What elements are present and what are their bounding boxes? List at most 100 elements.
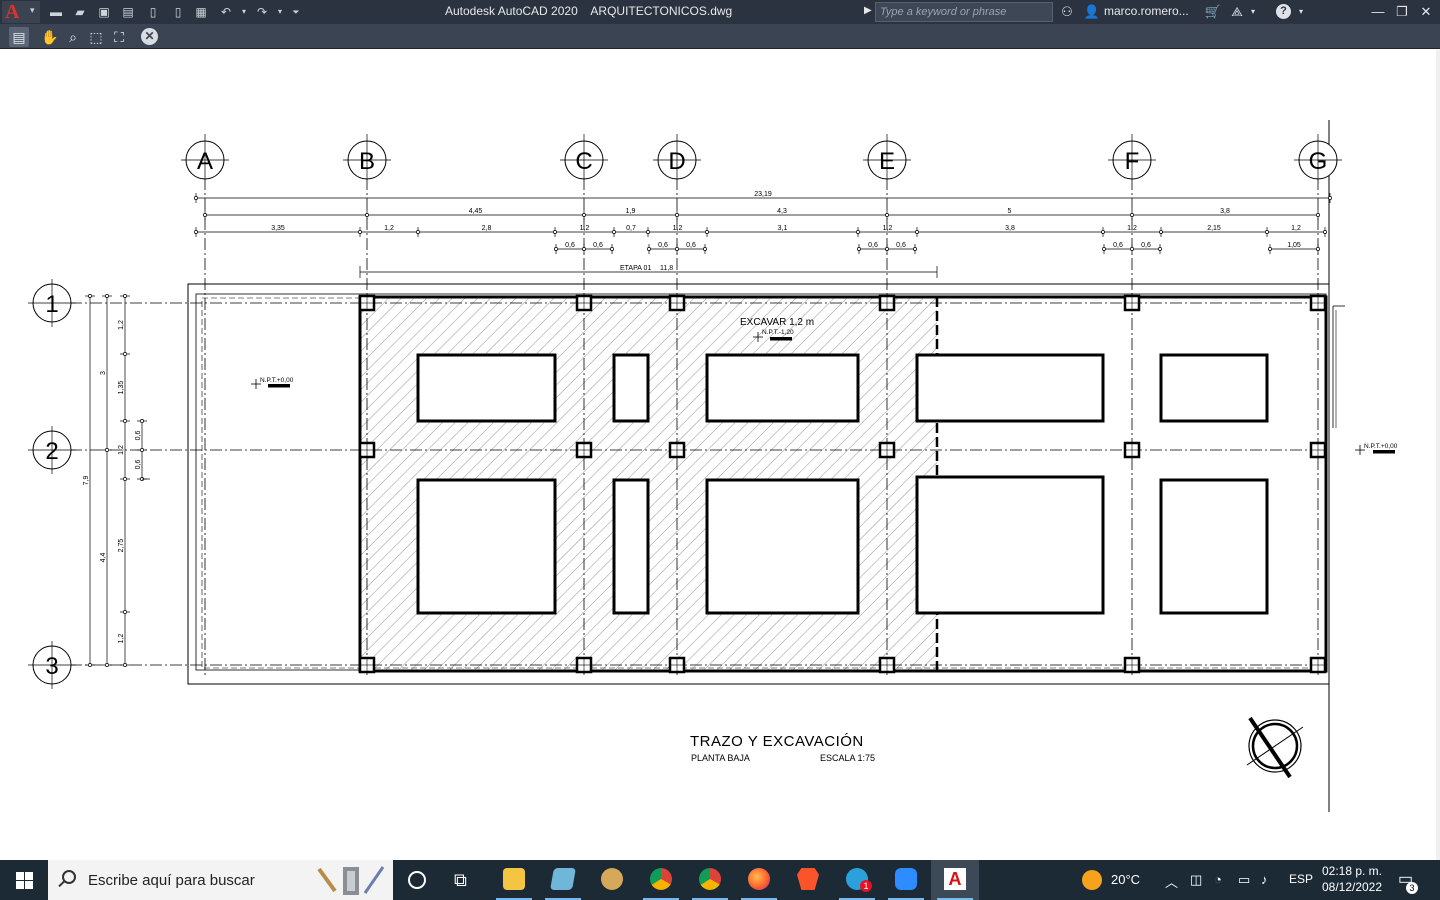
weather-temp[interactable]: 20°C — [1111, 872, 1140, 887]
column — [1309, 294, 1327, 312]
grid-bubble-label: 3 — [45, 653, 58, 680]
cortana-button[interactable] — [393, 860, 441, 900]
column — [575, 441, 593, 459]
drawing-canvas[interactable]: A B C D E F G 1 2 3 23,19 4,45 1,9 4,3 5 3,8 3,35 1,2 2,8… — [0, 50, 1440, 860]
dimension-label: 1,2 — [580, 225, 590, 232]
excavar-label: EXCAVAR 1,2 m — [740, 317, 814, 328]
wifi-icon[interactable]: ◔ — [1214, 872, 1222, 887]
sheet-title: TRAZO Y EXCAVACIÓN — [690, 733, 864, 750]
close-window-icon[interactable]: ✕ — [1416, 2, 1436, 22]
help-dropdown-icon[interactable]: ▾ — [1292, 3, 1310, 21]
column — [668, 294, 686, 312]
user-icon[interactable]: 👤 — [1083, 3, 1101, 21]
chrome-button[interactable] — [637, 860, 685, 900]
column — [668, 656, 686, 674]
column — [575, 294, 593, 312]
user-account-menu[interactable]: marco.romero... — [1104, 4, 1189, 18]
grid-bubble-col: C — [560, 134, 608, 180]
display-icon[interactable]: ▭ — [1238, 872, 1250, 888]
open-folder-icon[interactable]: ▰ — [72, 4, 88, 20]
grid-bubble-label: C — [575, 148, 592, 175]
clock[interactable]: 02:18 p. m. 08/12/2022 — [1316, 863, 1388, 895]
dimension-label: 3,1 — [778, 225, 788, 232]
column — [878, 656, 896, 674]
pan-icon[interactable]: ✋ — [40, 27, 60, 47]
redo-dropdown-icon[interactable]: ▾ — [272, 4, 288, 20]
language-indicator[interactable]: ESP — [1289, 872, 1313, 886]
autocad-button[interactable]: A — [931, 860, 979, 900]
telegram-button[interactable]: 1 — [833, 860, 881, 900]
etapa-value: 11,8 — [660, 265, 673, 272]
file-explorer-icon — [503, 868, 525, 890]
close-icon[interactable]: ✕ — [141, 28, 158, 45]
taskbar-search-box[interactable]: Escribe aquí para buscar — [48, 860, 393, 900]
chevron-down-icon[interactable]: ▾ — [1244, 3, 1262, 21]
chrome-profile-icon — [699, 868, 721, 890]
redo-icon[interactable]: ↷ — [254, 4, 270, 20]
cart-icon[interactable]: 🛒 — [1204, 3, 1222, 21]
task-view-button[interactable]: ⧉ — [440, 860, 488, 900]
dimension-label: 7,9 — [83, 476, 90, 486]
dimension-label: 3,35 — [271, 225, 285, 232]
undo-icon[interactable]: ↶ — [218, 4, 234, 20]
help-search-input[interactable]: Type a keyword or phrase — [875, 2, 1053, 22]
grid-bubble-label: F — [1125, 148, 1140, 175]
zoom-window-icon[interactable]: ⬚ — [86, 27, 106, 47]
chevron-up-icon[interactable]: ︿ — [1165, 872, 1178, 891]
viewer-toolbar: ▤ ✋ ⌕ ⬚ ⛶ ✕ — [0, 24, 1440, 49]
notification-count: 3 — [1406, 882, 1418, 894]
undo-dropdown-icon[interactable]: ▾ — [236, 4, 252, 20]
save-icon[interactable]: ▣ — [96, 4, 112, 20]
weather-icon[interactable] — [1082, 870, 1102, 890]
firefox-button[interactable] — [735, 860, 783, 900]
minimize-icon[interactable]: — — [1368, 2, 1388, 22]
restore-icon[interactable]: ❐ — [1392, 2, 1412, 22]
dimension-label: 0,6 — [135, 460, 142, 470]
new-file-icon[interactable]: ▬ — [48, 4, 64, 20]
help-icon[interactable]: ? — [1276, 4, 1291, 19]
meet-icon[interactable]: ◫ — [1190, 872, 1202, 888]
paint-button[interactable] — [588, 860, 636, 900]
open-from-web-icon[interactable]: ▯ — [145, 4, 161, 20]
clock-date: 08/12/2022 — [1321, 880, 1383, 894]
dimension-label: 1,2 — [118, 634, 125, 644]
customize-toolbar-icon[interactable]: ⏷ — [288, 4, 304, 20]
vertical-scrollbar[interactable] — [1436, 50, 1440, 860]
brave-button[interactable] — [784, 860, 832, 900]
dimension-label: 1,2 — [118, 445, 125, 455]
grid-bubble-label: B — [359, 148, 375, 175]
dimension-label: 0,7 — [626, 225, 636, 232]
openings — [416, 353, 1269, 615]
svg-text:N.P.T.+0,00: N.P.T.+0,00 — [1364, 443, 1398, 450]
dimension-label: 1,2 — [673, 225, 683, 232]
npt-marker-left: N.P.T.+0,00 — [251, 377, 294, 389]
zoom-app-button[interactable] — [882, 860, 930, 900]
zoom-extents-icon[interactable]: ⛶ — [109, 27, 129, 47]
binoculars-icon[interactable]: ⚇ — [1058, 3, 1076, 21]
start-button[interactable] — [0, 860, 48, 900]
paint-icon — [601, 868, 623, 890]
column — [1123, 656, 1141, 674]
dimension-label: 0,6 — [593, 242, 603, 249]
dimension-label: 2,15 — [1207, 225, 1221, 232]
chrome-profile-button[interactable] — [686, 860, 734, 900]
notepad-button[interactable] — [539, 860, 587, 900]
grid-bubble-col: D — [653, 134, 701, 180]
plot-icon[interactable]: ▦ — [193, 4, 209, 20]
dimension-label: 1,2 — [384, 225, 394, 232]
print-icon[interactable]: ▤ — [9, 27, 29, 47]
dimension-label: 1,2 — [1127, 225, 1137, 232]
column — [575, 656, 593, 674]
chevron-right-icon[interactable]: ▶ — [864, 5, 872, 16]
grid-bubble-label: 1 — [45, 291, 58, 318]
grid-bubble-col: A — [181, 134, 229, 180]
app-menu-button[interactable]: A ▾ — [2, 1, 40, 23]
column — [358, 441, 376, 459]
volume-icon[interactable]: ♪ — [1261, 872, 1268, 887]
save-as-icon[interactable]: ▤ — [120, 4, 136, 20]
file-explorer-button[interactable] — [490, 860, 538, 900]
save-to-web-icon[interactable]: ▯ — [170, 4, 186, 20]
column — [668, 441, 686, 459]
column — [1309, 656, 1327, 674]
zoom-icon[interactable]: ⌕ — [63, 27, 83, 47]
